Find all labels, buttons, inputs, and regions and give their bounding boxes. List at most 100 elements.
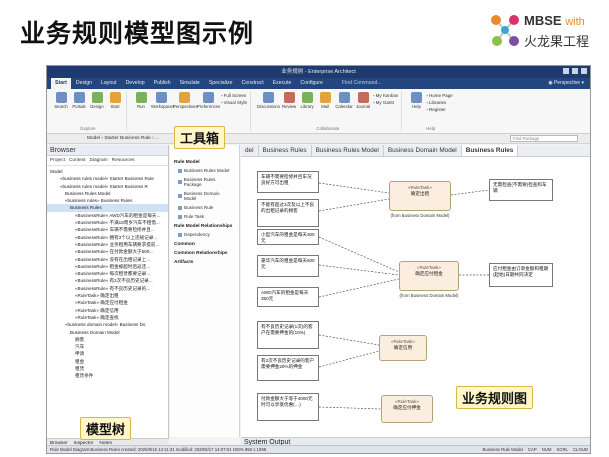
diagram-tab[interactable]: del: [241, 145, 259, 156]
rule-note[interactable]: 不能有超过3次及以上不良的出租记录的顾客: [257, 199, 319, 227]
tree-node[interactable]: «RuleTask» 确定信用: [47, 307, 168, 314]
toolbox-section-header[interactable]: Artifacts: [170, 257, 239, 266]
tree-node[interactable]: «BusinessRule» 拥有3个以上违规记录...: [47, 234, 168, 241]
toolbox-item[interactable]: Rule Task: [170, 212, 239, 221]
toolbox-section-header[interactable]: Common Relationships: [170, 248, 239, 257]
rule-task[interactable]: «RuleTask» 确定应付租金: [399, 261, 459, 291]
find-package-input[interactable]: Find Package: [510, 135, 578, 142]
tree-node[interactable]: Business Rules Model: [47, 190, 168, 197]
journal-button[interactable]: Journal: [355, 91, 371, 131]
perspective-button[interactable]: ◉ Perspective ▾: [548, 80, 584, 86]
menu-configure[interactable]: Configure: [296, 78, 327, 89]
menu-start[interactable]: Start: [51, 78, 71, 89]
menu-develop[interactable]: Develop: [122, 78, 149, 89]
toolbox-section-header[interactable]: Rule Model Relationships: [170, 221, 239, 230]
tree-node[interactable]: 申请: [47, 350, 168, 357]
my-gantt-button[interactable]: My Gantt: [373, 99, 398, 106]
rule-note[interactable]: 有不良历史记录(1次)的客户在需要押金的(10%): [257, 321, 319, 349]
tree-node[interactable]: 租赁条件: [47, 372, 168, 379]
toolbox-item[interactable]: Business Rules Package: [170, 175, 239, 189]
find-command[interactable]: Find Command...: [338, 78, 386, 89]
close-icon[interactable]: [581, 68, 587, 74]
tree-node[interactable]: «BusinessRule» 每次租赁都要记录...: [47, 270, 168, 277]
design-button[interactable]: Design: [89, 91, 105, 131]
toolbox-item[interactable]: Business Rule: [170, 203, 239, 212]
toolbox-item[interactable]: Business Domain Model: [170, 189, 239, 203]
menu-construct[interactable]: Construct: [237, 78, 267, 89]
rule-note[interactable]: 有2次不良历史记录的客户需要押金20%的押金: [257, 355, 319, 381]
diagram-canvas[interactable]: 车辆不需要检修并且车况良好方可出租 不能有超过3次及以上不良的出租记录的顾客 无…: [241, 157, 590, 437]
rule-note[interactable]: 豪华汽车的租金是每天500元: [257, 255, 319, 277]
menu-design[interactable]: Design: [72, 78, 96, 89]
tree-node[interactable]: «business domain model» Business Do: [47, 321, 168, 328]
rule-note[interactable]: 小型汽车的租金是每天300元: [257, 229, 319, 245]
navigation-path[interactable]: Model › Starter Business Rule › ...: [87, 136, 159, 141]
start-button[interactable]: Start: [107, 91, 123, 131]
browser-tab-context[interactable]: Context: [69, 158, 86, 163]
tree-node[interactable]: «BusinessRule» 有不良历史记录的...: [47, 285, 168, 292]
tree-node[interactable]: «business rules model» Starter Business …: [47, 175, 168, 182]
browser-tab-resources[interactable]: Resources: [112, 158, 135, 163]
tree-node[interactable]: Business Domain Model: [47, 329, 168, 336]
preferences-button[interactable]: Preferences: [197, 91, 220, 131]
tree-node[interactable]: «BusinessRule» AWD汽车的租金是每天...: [47, 212, 168, 219]
libraries-button[interactable]: Libraries: [426, 99, 452, 106]
library-button[interactable]: Library: [299, 91, 315, 131]
register-button[interactable]: Register: [426, 106, 452, 113]
rule-task[interactable]: «RuleTask» 确定出租: [389, 181, 451, 211]
tree-node[interactable]: 顾客: [47, 336, 168, 343]
full-screen-button[interactable]: Full Screen: [221, 92, 247, 99]
rule-task[interactable]: «RuleTask» 确定应付押金: [381, 395, 433, 423]
diagram-tab-active[interactable]: Business Rules: [461, 145, 519, 156]
perspectives-button[interactable]: Perspectives: [173, 91, 198, 131]
tree-node[interactable]: «BusinessRule» 业务租用车辆要求提前...: [47, 241, 168, 248]
toolbox-section-header[interactable]: Common: [170, 239, 239, 248]
rule-note[interactable]: 无需检查(不需要)检查和车辆: [489, 179, 553, 201]
tree-node[interactable]: 租赁: [47, 365, 168, 372]
menu-simulate[interactable]: Simulate: [176, 78, 204, 89]
calendar-button[interactable]: Calendar: [335, 91, 353, 131]
tree-node[interactable]: «BusinessRule» 车辆不需要检修并且...: [47, 226, 168, 233]
my-kanban-button[interactable]: My Kanban: [373, 92, 399, 99]
mail-button[interactable]: Mail: [317, 91, 333, 131]
tree-node[interactable]: «business rules model» Starter Business …: [47, 183, 168, 190]
toolbox-item[interactable]: Dependency: [170, 230, 239, 239]
diagram-tab[interactable]: Business Rules: [259, 145, 312, 156]
rule-task[interactable]: «RuleTask» 确定信用: [379, 335, 427, 361]
rule-note[interactable]: 车辆不需要检修并且车况良好方可出租: [257, 171, 319, 193]
menu-publish[interactable]: Publish: [150, 78, 175, 89]
rule-note[interactable]: AWD汽车的租金是每天350元: [257, 287, 319, 307]
diagram-tab[interactable]: Business Rules Model: [312, 145, 384, 156]
portals-button[interactable]: Portals: [71, 91, 87, 131]
menu-execute[interactable]: Execute: [269, 78, 296, 89]
maximize-icon[interactable]: [572, 68, 578, 74]
tree-node[interactable]: «BusinessRule» 租金被超时后返还...: [47, 263, 168, 270]
tree-node[interactable]: «RuleTask» 确定出租: [47, 292, 168, 299]
tree-node[interactable]: «BusinessRule» 在付款金额大于500...: [47, 248, 168, 255]
rule-note[interactable]: 应付租金由订单金额和租期(起始)日期共同决定: [489, 263, 553, 287]
toolbox-section-header[interactable]: Rule Model: [170, 157, 239, 166]
tree-node[interactable]: «BusinessRule» 没有在出租记录上...: [47, 256, 168, 263]
rule-note[interactable]: 付款金额大于等于4000元时可以享受优惠(…): [257, 393, 319, 421]
tree-node[interactable]: Business Rules: [47, 204, 168, 212]
discussions-button[interactable]: Discussions: [257, 91, 280, 131]
tree-node[interactable]: «business rules» Business Rules: [47, 197, 168, 204]
tree-node[interactable]: «BusinessRule» 有2次不良历史记录...: [47, 277, 168, 284]
diagram-tab[interactable]: Business Domain Model: [384, 145, 462, 156]
workspaces-button[interactable]: Workspaces: [151, 91, 175, 131]
tree-node[interactable]: Model: [47, 168, 168, 175]
menu-specialize[interactable]: Specialize: [205, 78, 237, 89]
menu-layout[interactable]: Layout: [97, 78, 121, 89]
visual-style-button[interactable]: Visual Style: [221, 99, 247, 106]
browser-tab-project[interactable]: Project: [50, 158, 65, 163]
tree-node[interactable]: 租金: [47, 358, 168, 365]
toolbox-item[interactable]: Business Rules Model: [170, 166, 239, 175]
tree-node[interactable]: 汽车: [47, 343, 168, 350]
tree-node[interactable]: «RuleTask» 确定查找: [47, 314, 168, 321]
tree-node[interactable]: «RuleTask» 确定应付租金: [47, 299, 168, 306]
tree-node[interactable]: «BusinessRule» 不满18周岁汽车不租借...: [47, 219, 168, 226]
browser-tab-diagram[interactable]: Diagram: [89, 158, 107, 163]
help-button[interactable]: Help: [408, 91, 424, 131]
run-button[interactable]: Run: [133, 91, 149, 131]
minimize-icon[interactable]: [563, 68, 569, 74]
